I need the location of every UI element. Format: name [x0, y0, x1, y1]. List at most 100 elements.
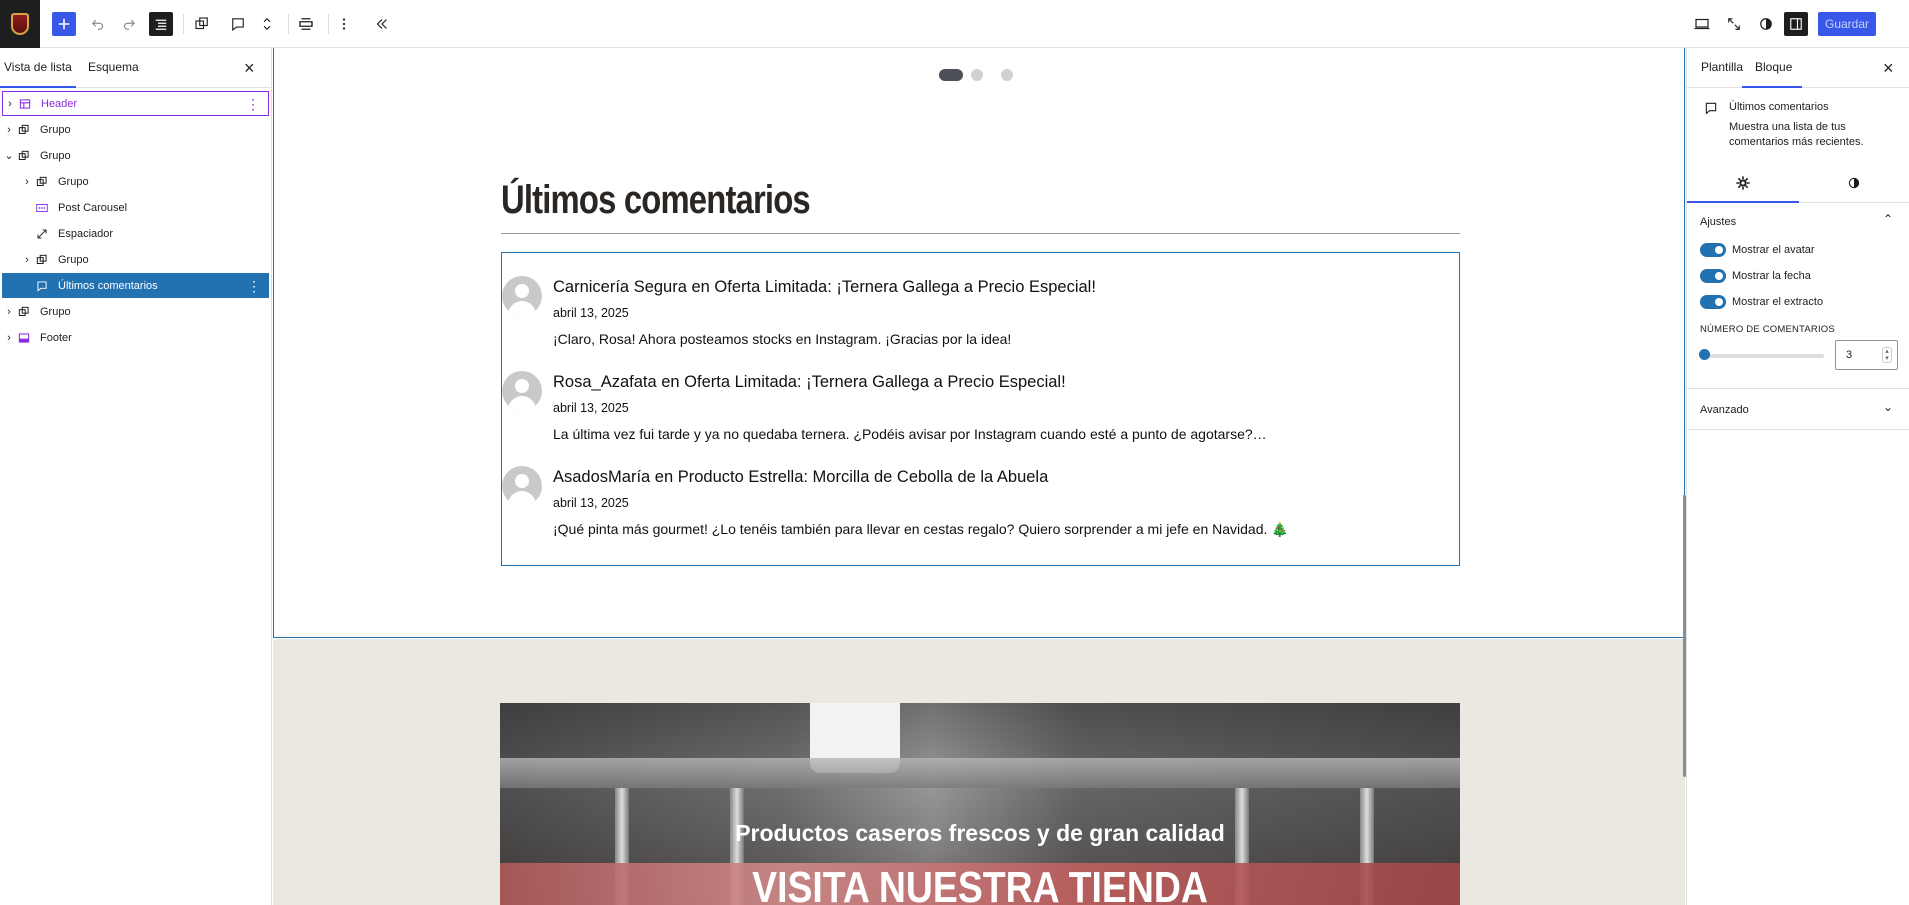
tab-block[interactable]: Bloque [1755, 60, 1792, 74]
chevron-down-icon[interactable]: ⌄ [1883, 400, 1893, 414]
chevron-right-icon[interactable]: › [20, 176, 34, 188]
styles-button[interactable] [1754, 12, 1778, 36]
close-icon[interactable]: × [1883, 58, 1894, 79]
toggle-switch[interactable] [1700, 295, 1726, 309]
list-item-label: Últimos comentarios [58, 279, 158, 292]
list-view-tabs: Vista de lista Esquema × [0, 48, 271, 88]
selected-group-block[interactable]: Últimos comentarios Carnicería Segura en… [273, 48, 1685, 638]
panel-advanced-title[interactable]: Avanzado [1700, 404, 1749, 416]
list-item-group[interactable]: › Grupo [2, 117, 269, 142]
spinner-icon[interactable]: ▴ ▾ [1882, 347, 1892, 363]
move-up-down-button[interactable] [255, 12, 279, 36]
editor-canvas[interactable]: Últimos comentarios Carnicería Segura en… [273, 48, 1685, 905]
save-button[interactable]: Guardar [1818, 12, 1876, 36]
list-item-group[interactable]: ⌄ Grupo [2, 143, 269, 168]
contrast-icon[interactable] [1846, 175, 1862, 191]
toggle-show-excerpt[interactable]: Mostrar el extracto [1700, 294, 1823, 310]
chevron-up-icon[interactable]: ⌃ [1883, 212, 1893, 226]
group-icon [195, 17, 208, 30]
align-wide-icon [299, 18, 313, 30]
list-item-label: Header [41, 97, 78, 110]
chevron-right-icon[interactable]: › [3, 98, 17, 110]
tab-list-view[interactable]: Vista de lista [4, 60, 72, 74]
banner-title[interactable]: VISITA NUESTRA TIENDA [572, 863, 1388, 905]
document-overview-button[interactable] [149, 12, 173, 36]
comment-title-link[interactable]: AsadosMaría en Producto Estrella: Morcil… [553, 468, 1048, 487]
toggle-label: Mostrar el extracto [1732, 296, 1824, 308]
more-vertical-icon[interactable]: ⋮ [246, 97, 260, 111]
number-of-comments-input[interactable]: 3 ▴ ▾ [1835, 340, 1898, 370]
list-item-label: Espaciador [58, 227, 114, 240]
list-item-header[interactable]: › Header ⋮ [2, 91, 269, 116]
template-part-icon [17, 96, 33, 112]
list-item-label: Grupo [40, 123, 71, 136]
tab-template[interactable]: Plantilla [1701, 60, 1743, 74]
site-logo[interactable] [0, 0, 40, 48]
tab-outline[interactable]: Esquema [88, 60, 139, 74]
list-item-post-carousel[interactable]: Post Carousel [2, 195, 269, 220]
chevron-right-icon[interactable]: › [2, 332, 16, 344]
contrast-icon [1760, 18, 1772, 30]
block-type-button[interactable] [190, 12, 214, 36]
zoom-out-button[interactable] [1722, 12, 1746, 36]
group-icon [34, 252, 50, 268]
carousel-dot[interactable] [1001, 69, 1013, 81]
chevron-right-icon[interactable]: › [20, 254, 34, 266]
chevron-double-left-icon [376, 19, 387, 29]
gear-icon[interactable] [1735, 175, 1751, 191]
toggle-show-avatar[interactable]: Mostrar el avatar [1700, 242, 1815, 258]
toggle-label: Mostrar la fecha [1732, 270, 1811, 282]
align-button[interactable] [294, 12, 318, 36]
active-tab-indicator [0, 86, 76, 88]
plus-icon [58, 18, 70, 30]
number-of-comments-slider[interactable] [1702, 354, 1824, 358]
close-icon[interactable]: × [244, 58, 255, 79]
comment-title-link[interactable]: Rosa_Azafata en Oferta Limitada: ¡Terner… [553, 373, 1066, 392]
carousel-dot-active[interactable] [939, 69, 963, 81]
comment-excerpt: ¡Claro, Rosa! Ahora posteamos stocks en … [553, 331, 1012, 347]
fullscreen-icon [1728, 18, 1740, 30]
undo-button[interactable] [86, 12, 110, 36]
chevron-right-icon[interactable]: › [2, 124, 16, 136]
carousel-dot[interactable] [971, 69, 983, 81]
chevron-up-down-icon [263, 17, 271, 31]
toggle-switch[interactable] [1700, 243, 1726, 257]
device-preview-button[interactable] [1690, 12, 1714, 36]
banner-subtitle[interactable]: Productos caseros frescos y de gran cali… [500, 820, 1460, 847]
comment-title-link[interactable]: Carnicería Segura en Oferta Limitada: ¡T… [553, 278, 1096, 297]
toggle-show-date[interactable]: Mostrar la fecha [1700, 268, 1811, 284]
avatar [502, 466, 542, 506]
group-icon [16, 304, 32, 320]
block-inserter-button[interactable] [52, 12, 76, 36]
display-counter-glass [500, 758, 1460, 788]
settings-sidebar-toggle[interactable] [1784, 12, 1808, 36]
list-item-label: Post Carousel [58, 201, 128, 214]
active-tab-indicator [1687, 201, 1799, 203]
comment-block-button[interactable] [226, 12, 250, 36]
comment-icon [232, 18, 244, 32]
desktop-icon [1694, 18, 1710, 30]
template-part-icon [16, 330, 32, 346]
list-item-latest-comments[interactable]: Últimos comentarios ⋮ [2, 273, 269, 298]
list-item-group[interactable]: › Grupo [2, 247, 269, 272]
latest-comments-heading[interactable]: Últimos comentarios [501, 178, 811, 223]
redo-button[interactable] [117, 12, 141, 36]
more-vertical-icon[interactable]: ⋮ [247, 279, 261, 293]
list-item-group[interactable]: › Grupo [2, 299, 269, 324]
collapse-toolbar-button[interactable] [370, 12, 394, 36]
panel-settings-title[interactable]: Ajustes [1700, 216, 1736, 228]
chevron-down-icon[interactable]: ⌄ [2, 149, 16, 162]
chevron-right-icon[interactable]: › [2, 306, 16, 318]
list-view-panel: Vista de lista Esquema × › Header ⋮ › Gr… [0, 48, 272, 905]
carousel-icon [34, 200, 50, 216]
block-options-button[interactable] [332, 12, 356, 36]
latest-comments-block[interactable]: Carnicería Segura en Oferta Limitada: ¡T… [501, 252, 1460, 566]
toggle-switch[interactable] [1700, 269, 1726, 283]
slider-thumb[interactable] [1699, 349, 1710, 360]
store-cover-image[interactable]: Productos caseros frescos y de gran cali… [500, 703, 1460, 905]
heading-divider [501, 233, 1460, 234]
list-item-group[interactable]: › Grupo [2, 169, 269, 194]
list-item-footer[interactable]: › Footer [2, 325, 269, 350]
undo-icon [91, 19, 104, 30]
list-item-spacer[interactable]: Espaciador [2, 221, 269, 246]
